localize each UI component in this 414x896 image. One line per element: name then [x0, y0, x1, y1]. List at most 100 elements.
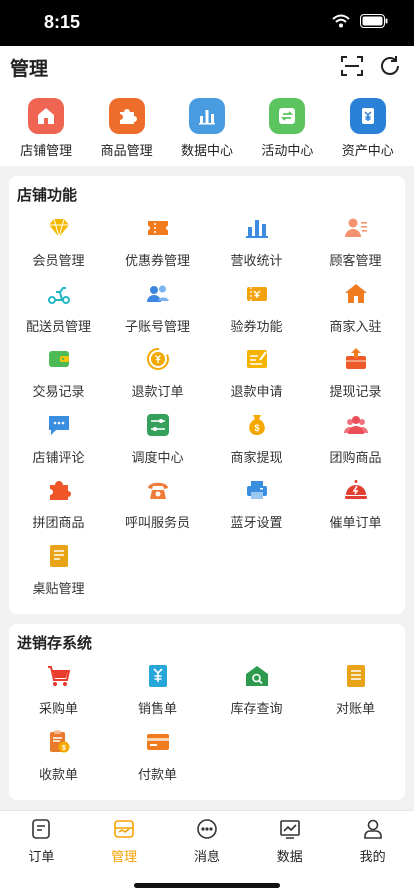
grid-label: 团购商品	[329, 449, 382, 465]
puzzle-icon	[47, 478, 71, 502]
store-icon	[28, 98, 65, 134]
header: 管理 店铺管理 商品管理 数据中心 活动中心 资产中心	[0, 46, 414, 166]
sales-doc-icon	[146, 664, 170, 688]
grid-item-merchant-withdraw[interactable]: $ 商家提现	[207, 413, 306, 479]
grid-item-purchase-order[interactable]: 采购单	[9, 664, 108, 730]
tab-bar: 订单 管理 消息 数据 我的	[0, 810, 414, 896]
grid-item-table-sticker-management[interactable]: 桌贴管理	[9, 544, 108, 610]
bar-chart-icon	[188, 98, 225, 134]
withdraw-record-icon	[344, 347, 368, 371]
svg-text:$: $	[62, 745, 66, 752]
grid-label: 退款订单	[131, 384, 184, 399]
grid-label: 店铺评论	[32, 449, 85, 465]
section-title: 进销存系统	[17, 635, 93, 652]
diamond-icon	[47, 216, 71, 240]
quick-asset-center[interactable]: 资产中心	[332, 98, 404, 159]
grid-label: 调度中心	[131, 449, 184, 465]
grid-label: 会员管理	[32, 253, 85, 268]
grid-item-merchant-onboarding[interactable]: 商家入驻	[306, 282, 405, 348]
swap-icon	[269, 98, 306, 134]
dispatch-icon	[146, 413, 170, 437]
receipt-icon: $	[47, 730, 71, 754]
svg-text:$: $	[254, 423, 259, 433]
grid-label: 提现记录	[329, 384, 382, 399]
quick-nav: 店铺管理 商品管理 数据中心 活动中心 资产中心	[0, 98, 414, 159]
grid-item-group-deal-products[interactable]: 拼团商品	[9, 478, 108, 544]
coupon-icon	[146, 216, 170, 240]
page-title: 管理	[10, 59, 49, 80]
message-icon	[195, 817, 219, 841]
sticker-icon	[47, 544, 71, 568]
manage-icon	[112, 817, 136, 841]
scan-icon	[341, 55, 363, 82]
grid-item-receipt-order[interactable]: $ 收款单	[9, 730, 108, 796]
grid-label: 催单订单	[329, 515, 382, 530]
grid-item-refund-application[interactable]: 退款申请	[207, 347, 306, 413]
grid-item-statement[interactable]: 对账单	[306, 664, 405, 730]
tab-orders[interactable]: 订单	[11, 817, 71, 865]
grid-item-payment-order[interactable]: 付款单	[108, 730, 207, 796]
comment-icon	[47, 413, 71, 437]
header-actions	[340, 55, 402, 82]
grid-item-member-management[interactable]: 会员管理	[9, 216, 108, 282]
quick-product-management[interactable]: 商品管理	[91, 98, 163, 159]
quick-store-management[interactable]: 店铺管理	[10, 98, 82, 159]
grid-item-subaccount-management[interactable]: 子账号管理	[108, 282, 207, 348]
yuan-doc-icon	[349, 98, 386, 134]
house-icon	[344, 282, 368, 306]
tab-manage[interactable]: 管理	[94, 817, 154, 865]
quick-activity-center[interactable]: 活动中心	[251, 98, 323, 159]
grid-item-urge-orders[interactable]: 催单订单	[306, 478, 405, 544]
status-bar: 8:15	[0, 0, 414, 46]
grid-item-coupon-verify[interactable]: 验券功能	[207, 282, 306, 348]
group-icon	[343, 413, 368, 437]
grid-item-sales-order[interactable]: 销售单	[108, 664, 207, 730]
quick-data-center[interactable]: 数据中心	[171, 98, 243, 159]
card-icon	[146, 730, 170, 754]
grid-label: 交易记录	[32, 384, 85, 399]
printer-icon	[245, 478, 269, 502]
grid-label: 收款单	[38, 766, 78, 782]
grid-label: 对账单	[335, 701, 375, 716]
grid-item-withdraw-records[interactable]: 提现记录	[306, 347, 405, 413]
grid-item-refund-orders[interactable]: 退款订单	[108, 347, 207, 413]
scan-button[interactable]	[340, 55, 364, 82]
wifi-icon	[332, 14, 350, 33]
grid-label: 配送员管理	[25, 318, 91, 334]
grid-label: 验券功能	[230, 318, 283, 334]
bar-chart-icon	[245, 216, 269, 240]
grid-item-call-waiter[interactable]: 呼叫服务员	[108, 478, 207, 544]
grid-label: 付款单	[137, 766, 177, 782]
grid-label: 销售单	[137, 701, 177, 716]
puzzle-icon	[108, 98, 145, 134]
grid-label: 顾客管理	[329, 253, 382, 268]
grid-label: 营收统计	[230, 253, 283, 268]
grid-item-inventory-query[interactable]: 库存查询	[207, 664, 306, 730]
tab-profile[interactable]: 我的	[343, 817, 403, 865]
quick-label: 资产中心	[341, 143, 394, 158]
grid-item-revenue-stats[interactable]: 营收统计	[207, 216, 306, 282]
statement-icon	[344, 664, 368, 688]
grid-item-courier-management[interactable]: 配送员管理	[9, 282, 108, 348]
refresh-button[interactable]	[378, 55, 402, 80]
grid-item-bluetooth-settings[interactable]: 蓝牙设置	[207, 478, 306, 544]
grid-label: 商家入驻	[329, 318, 382, 334]
grid-label: 蓝牙设置	[230, 515, 283, 530]
tab-messages[interactable]: 消息	[177, 817, 237, 865]
grid-label: 商家提现	[230, 449, 283, 465]
grid-item-store-reviews[interactable]: 店铺评论	[9, 413, 108, 479]
cart-icon	[47, 664, 71, 688]
tab-data[interactable]: 数据	[260, 817, 320, 865]
refund-apply-icon	[245, 347, 269, 371]
customer-icon	[344, 216, 368, 240]
tab-label: 我的	[359, 849, 386, 864]
tab-label: 数据	[276, 849, 303, 864]
grid-label: 桌贴管理	[32, 580, 85, 596]
grid-item-coupon-management[interactable]: 优惠券管理	[108, 216, 207, 282]
grid-item-customer-management[interactable]: 顾客管理	[306, 216, 405, 282]
grid-item-transaction-records[interactable]: 交易记录	[9, 347, 108, 413]
money-bag-icon: $	[245, 413, 269, 437]
grid-item-groupbuy-products[interactable]: 团购商品	[306, 413, 405, 479]
grid-label: 拼团商品	[32, 515, 85, 530]
grid-item-dispatch-center[interactable]: 调度中心	[108, 413, 207, 479]
